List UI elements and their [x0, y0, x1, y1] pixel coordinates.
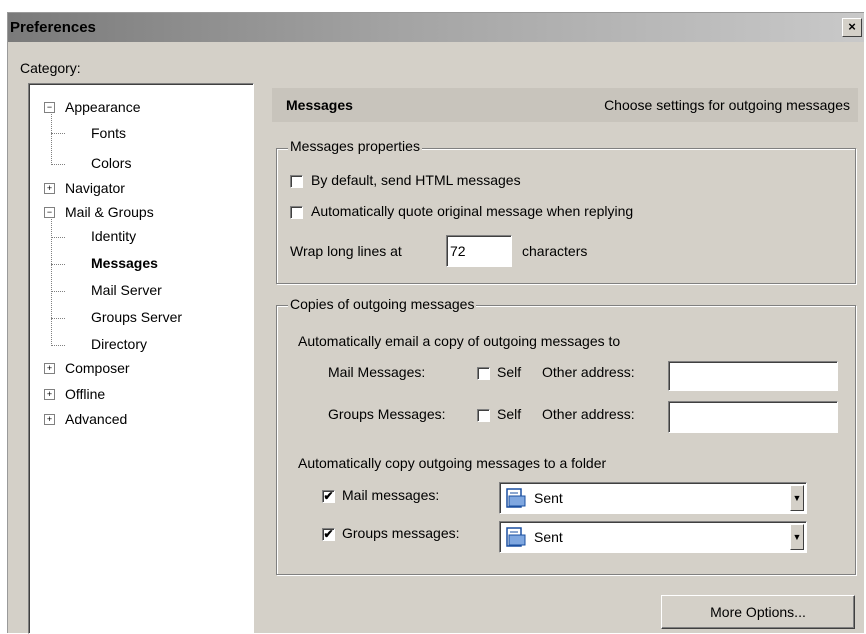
tree-item-advanced[interactable]: Advanced: [65, 411, 127, 427]
tree-line: [51, 133, 65, 134]
close-icon[interactable]: ×: [842, 18, 862, 37]
tree-line: [51, 345, 65, 346]
tree-item-groups-server[interactable]: Groups Server: [91, 309, 182, 325]
more-options-button[interactable]: More Options...: [661, 595, 855, 629]
groups-folder-select[interactable]: Sent ▼: [499, 521, 807, 553]
quote-message-label[interactable]: Automatically quote original message whe…: [311, 203, 633, 219]
tree-line: [51, 318, 65, 319]
tree-line: [51, 215, 52, 346]
folder-icon: [506, 527, 526, 547]
mail-other-address-label: Other address:: [542, 364, 635, 380]
panel-title: Messages: [286, 97, 353, 113]
tree-line: [51, 109, 52, 165]
tree-item-identity[interactable]: Identity: [91, 228, 136, 244]
groups-messages-label: Groups Messages:: [328, 406, 446, 422]
tree-line: [51, 291, 65, 292]
tree-item-offline[interactable]: Offline: [65, 386, 105, 402]
wrap-length-input[interactable]: 72: [446, 235, 512, 267]
tree-item-mail-server[interactable]: Mail Server: [91, 282, 162, 298]
preferences-dialog: Preferences × Category: − Appearance Fon…: [7, 12, 864, 634]
expand-icon[interactable]: +: [44, 414, 55, 425]
quote-message-checkbox[interactable]: [290, 206, 303, 219]
tree-line: [51, 237, 65, 238]
panel-header: Messages Choose settings for outgoing me…: [272, 88, 858, 122]
groups-self-label[interactable]: Self: [497, 406, 521, 422]
folder-copy-label: Automatically copy outgoing messages to …: [298, 455, 607, 471]
send-html-checkbox[interactable]: [290, 175, 303, 188]
category-label: Category:: [20, 60, 81, 76]
group-legend: Copies of outgoing messages: [288, 296, 477, 312]
send-html-label[interactable]: By default, send HTML messages: [311, 172, 521, 188]
expand-icon[interactable]: +: [44, 389, 55, 400]
expand-icon[interactable]: +: [44, 183, 55, 194]
email-copy-label: Automatically email a copy of outgoing m…: [298, 333, 621, 349]
chevron-down-icon[interactable]: ▼: [790, 524, 804, 550]
tree-item-composer[interactable]: Composer: [65, 360, 130, 376]
mail-messages-label: Mail Messages:: [328, 364, 426, 380]
chevron-down-icon[interactable]: ▼: [790, 485, 804, 511]
title-bar: Preferences ×: [8, 13, 864, 42]
tree-item-appearance[interactable]: Appearance: [65, 99, 141, 115]
collapse-icon[interactable]: −: [44, 102, 55, 113]
mail-self-label[interactable]: Self: [497, 364, 521, 380]
groups-other-address-input[interactable]: [668, 401, 838, 433]
mail-folder-checkbox[interactable]: ✔: [322, 490, 335, 503]
tree-line: [51, 164, 65, 165]
tree-item-colors[interactable]: Colors: [91, 155, 131, 171]
folder-icon: [506, 488, 526, 508]
tree-item-navigator[interactable]: Navigator: [65, 180, 125, 196]
characters-label: characters: [522, 243, 588, 259]
tree-item-fonts[interactable]: Fonts: [91, 125, 126, 141]
mail-folder-select[interactable]: Sent ▼: [499, 482, 807, 514]
groups-other-address-label: Other address:: [542, 406, 635, 422]
mail-folder-label[interactable]: Mail messages:: [342, 487, 439, 503]
tree-item-messages[interactable]: Messages: [91, 255, 158, 271]
expand-icon[interactable]: +: [44, 363, 55, 374]
mail-folder-value: Sent: [534, 490, 563, 506]
panel-description: Choose settings for outgoing messages: [604, 97, 850, 113]
category-tree[interactable]: − Appearance Fonts Colors + Navigator − …: [28, 83, 254, 634]
tree-item-directory[interactable]: Directory: [91, 336, 147, 352]
mail-other-address-input[interactable]: [668, 361, 838, 391]
collapse-icon[interactable]: −: [44, 207, 55, 218]
groups-folder-label[interactable]: Groups messages:: [342, 525, 460, 541]
window-title: Preferences: [10, 19, 96, 36]
wrap-lines-label: Wrap long lines at: [290, 243, 402, 259]
groups-self-checkbox[interactable]: [477, 409, 490, 422]
tree-item-mail-groups[interactable]: Mail & Groups: [65, 204, 154, 220]
group-legend: Messages properties: [288, 138, 422, 154]
groups-folder-checkbox[interactable]: ✔: [322, 528, 335, 541]
mail-self-checkbox[interactable]: [477, 367, 490, 380]
groups-folder-value: Sent: [534, 529, 563, 545]
tree-line: [51, 264, 65, 265]
